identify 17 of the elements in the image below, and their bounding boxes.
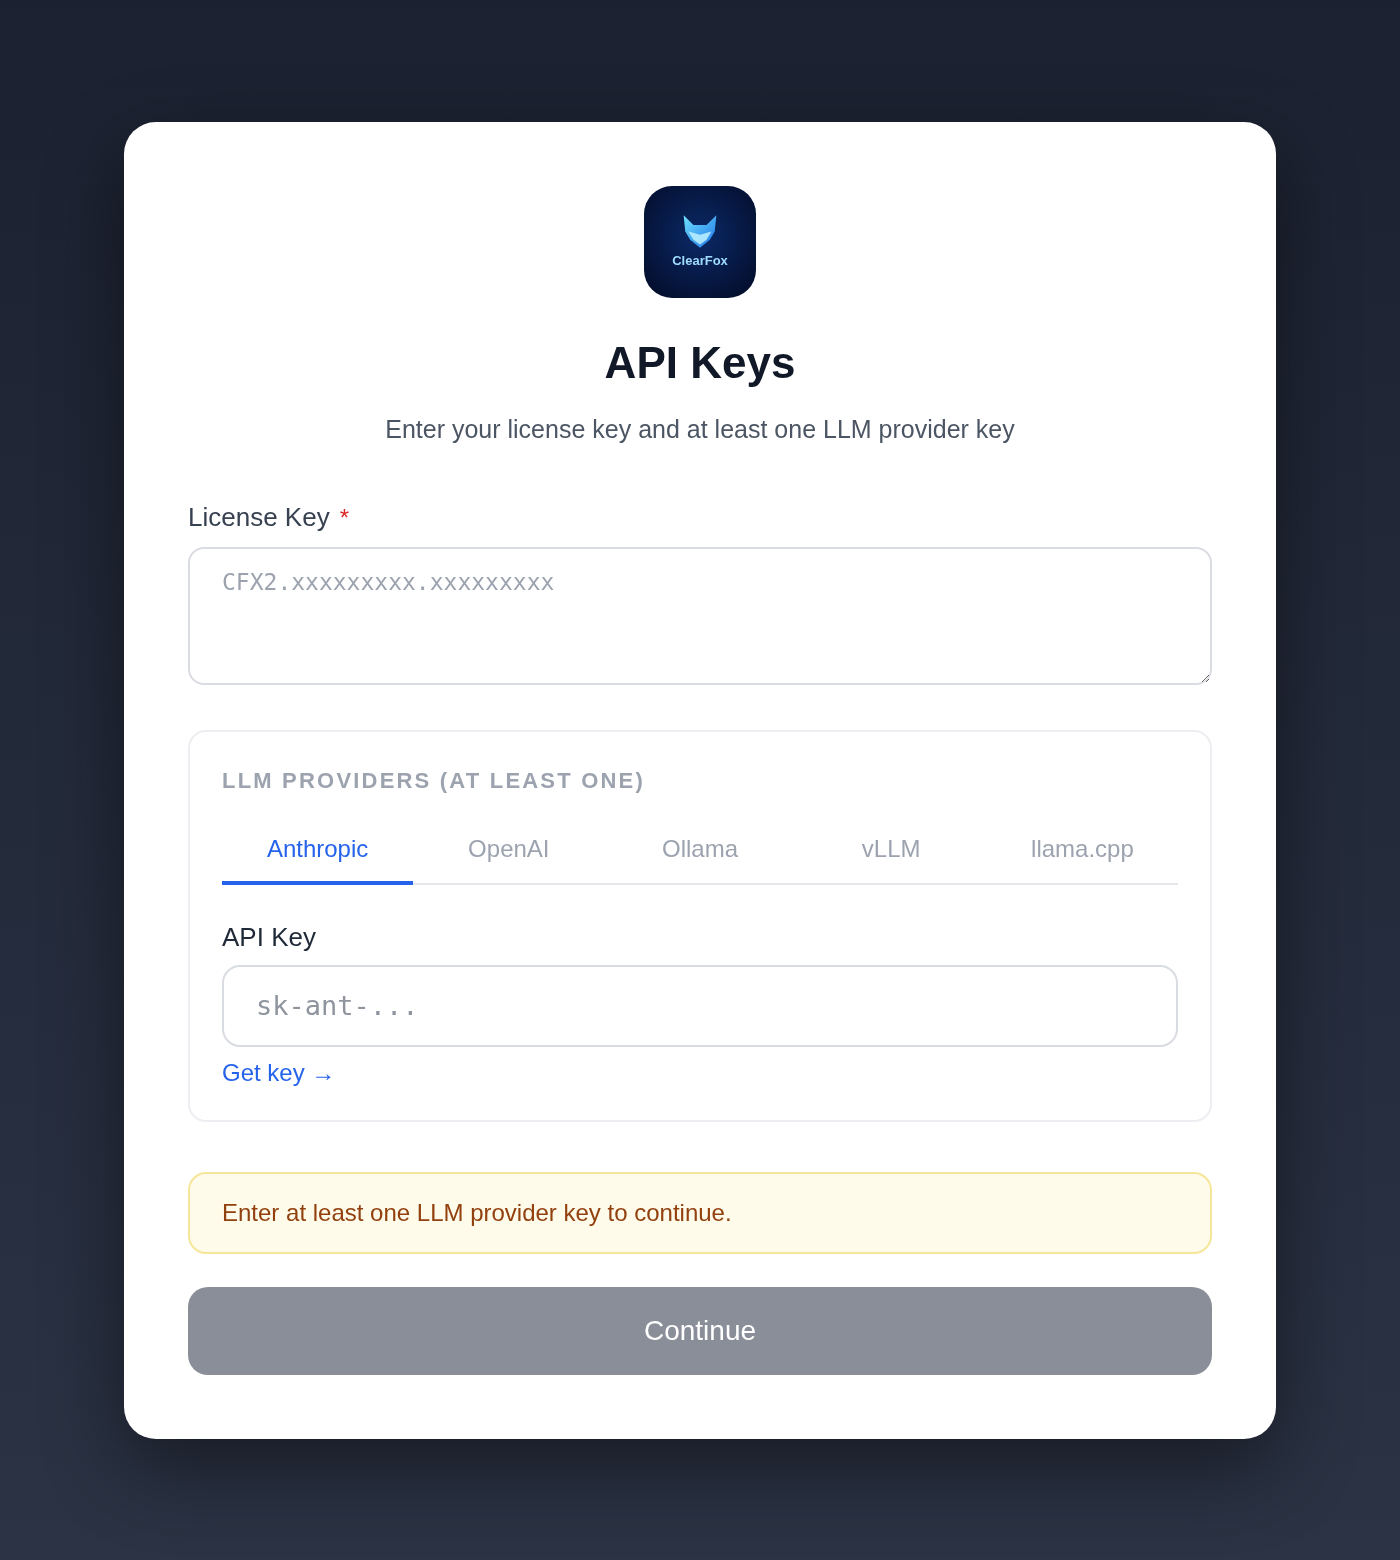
warning-notice: Enter at least one LLM provider key to continue. xyxy=(188,1171,1212,1254)
provider-tab[interactable]: OpenAI xyxy=(413,814,605,885)
api-key-field[interactable]: sk-ant-... xyxy=(222,964,1178,1047)
provider-tab[interactable]: vLLM xyxy=(795,814,987,885)
providers-heading: LLM PROVIDERS (AT LEAST ONE) xyxy=(222,766,646,795)
fox-head-icon xyxy=(682,215,718,248)
get-key-link[interactable]: Get key → xyxy=(222,1055,336,1090)
page-subtitle: Enter your license key and at least one LLM provider key xyxy=(384,413,1016,445)
provider-tab[interactable]: Anthropic xyxy=(222,814,414,885)
provider-tab[interactable]: llama.cpp xyxy=(986,814,1178,885)
license-key-field[interactable]: CFX2.xxxxxxxxx.xxxxxxxxx xyxy=(188,546,1212,685)
api-key-label: API Key xyxy=(222,920,317,954)
page-title: API Keys xyxy=(603,336,797,389)
logo-text: ClearFox xyxy=(672,253,728,268)
license-key-label: License Key xyxy=(188,500,330,534)
provider-tab[interactable]: Ollama xyxy=(604,814,796,885)
required-mark: * xyxy=(339,502,349,533)
